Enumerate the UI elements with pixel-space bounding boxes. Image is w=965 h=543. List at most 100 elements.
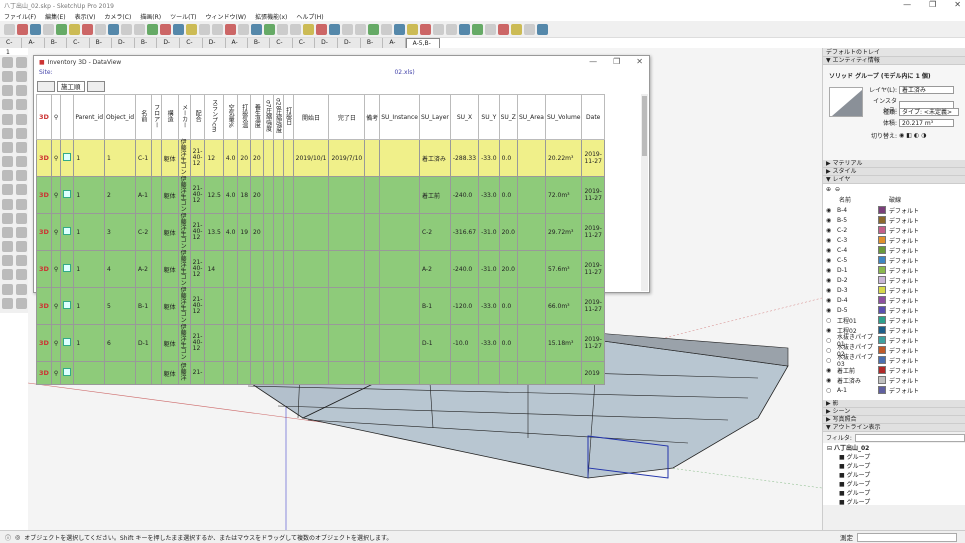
visibility-eye-icon[interactable]: ◉ [826,267,834,274]
visibility-hidden-icon[interactable]: ○ [826,347,834,354]
table-cell[interactable] [222,250,239,288]
toolbar-button-1[interactable] [17,23,28,35]
table-cell[interactable]: 20 [237,139,252,177]
tool-button-21[interactable] [16,198,27,210]
table-cell[interactable]: 0.0 [498,324,518,362]
tool-button-27[interactable] [16,241,27,253]
table-cell[interactable] [282,361,294,385]
measure-input[interactable] [857,532,957,542]
outliner-item[interactable]: ■ グループ [827,452,965,461]
tool-button-11[interactable] [16,127,27,139]
table-cell[interactable]: 伊藤洋生コン [177,176,191,214]
scene-tab-14[interactable]: D-4 [315,38,339,56]
table-cell[interactable] [478,361,500,385]
table-cell[interactable]: -316.67 [449,213,480,251]
menu-extensions[interactable]: 拡張機能(x) [255,12,287,21]
table-cell[interactable] [250,324,264,362]
layer-row[interactable]: ◉ D-4 デフォルト [823,295,965,305]
table-cell[interactable]: 0.0 [498,176,518,214]
tool-button-22[interactable] [2,212,13,224]
layer-color-swatch[interactable] [878,306,886,314]
menu-view[interactable]: 表示(V) [75,12,96,21]
table-cell[interactable] [328,176,366,214]
toolbar-button-0[interactable] [4,23,15,35]
table-cell[interactable] [364,287,381,325]
table-cell[interactable]: 20.22m³ [544,139,583,177]
scene-tab-4[interactable]: B-1 [89,38,113,56]
table-cell[interactable]: -33.0 [478,287,500,325]
row-checkbox[interactable] [63,153,72,161]
layer-style[interactable]: デフォルト [889,336,919,345]
toolbar-button-3[interactable] [43,23,54,35]
tool-button-28[interactable] [2,255,13,267]
toolbar-button-7[interactable] [95,23,106,35]
table-cell[interactable] [262,139,274,177]
layer-row[interactable]: ◉ C-4 デフォルト [823,245,965,255]
toolbar-button-27[interactable] [355,23,366,35]
table-cell[interactable]: 着工済み [418,139,451,177]
photo-match-section[interactable]: ▶ 写真照合 [823,416,965,424]
toolbar-button-39[interactable] [511,23,522,35]
menu-tools[interactable]: ツール(T) [170,12,196,21]
lock-toggle-icon[interactable]: ◧ [906,132,912,139]
table-cell[interactable] [272,250,284,288]
table-row[interactable]: 3D ⚲ 1 6 D-1 躯体 伊藤洋生コン 21-40-12 D-1 -10.0 -33.0 0.0… [36,324,605,362]
toolbar-button-38[interactable] [498,23,509,35]
table-cell[interactable] [262,287,274,325]
table-cell[interactable]: 20.0 [498,250,518,288]
scene-tab-1[interactable]: A-1 [22,38,45,56]
table-cell[interactable]: 躯体 [160,213,179,251]
visibility-eye-icon[interactable]: ◉ [826,237,834,244]
3d-view-icon[interactable]: 3D [39,228,49,236]
table-cell[interactable]: B-1 [135,287,152,325]
table-cell[interactable]: D-1 [135,324,152,362]
table-cell[interactable]: 2019-11-27 [581,176,605,214]
shadow-cast-icon[interactable]: ◐ [914,132,919,139]
dataview-maximize-button[interactable]: ❐ [613,57,620,66]
scenes-section[interactable]: ▶ シーン [823,408,965,416]
column-header[interactable]: 配合 [189,94,206,140]
visibility-eye-icon[interactable]: ◉ [826,277,834,284]
table-cell[interactable]: 5 [104,287,137,325]
zoom-icon[interactable]: ⚲ [54,370,58,377]
tool-button-33[interactable] [16,283,27,295]
table-cell[interactable] [328,324,366,362]
scene-tab-5[interactable]: D-1 [112,38,135,56]
table-cell[interactable] [449,361,480,385]
layer-row[interactable]: ○ 工程01 デフォルト [823,315,965,325]
visibility-eye-icon[interactable]: ◉ [826,247,834,254]
toolbar-button-9[interactable] [121,23,132,35]
table-cell[interactable]: 1 [104,139,137,177]
scene-tab-8[interactable]: C-3 [180,38,203,56]
table-cell[interactable]: 1 [73,139,106,177]
column-header[interactable]: 養生温度 [250,94,264,140]
table-cell[interactable] [150,250,162,288]
layer-style[interactable]: デフォルト [889,376,919,385]
3d-view-icon[interactable]: 3D [39,265,49,273]
menu-camera[interactable]: カメラ(C) [104,12,131,21]
column-header[interactable]: SU_Y [478,94,500,140]
zoom-icon[interactable]: ⚲ [54,340,58,347]
table-cell[interactable] [250,361,264,385]
table-cell[interactable] [379,287,420,325]
table-cell[interactable] [292,287,330,325]
layer-style[interactable]: デフォルト [889,246,919,255]
table-cell[interactable] [516,176,546,214]
table-cell[interactable]: 15.18m³ [544,324,583,362]
tool-button-4[interactable] [2,85,13,97]
filter-input[interactable] [854,433,965,442]
table-cell[interactable]: C-2 [135,213,152,251]
menu-edit[interactable]: 編集(E) [45,12,65,21]
tool-button-31[interactable] [16,269,27,281]
table-cell[interactable]: A-2 [418,250,451,288]
column-header[interactable]: 名前 [135,94,152,140]
tool-button-3[interactable] [16,71,27,83]
tool-button-24[interactable] [2,226,13,238]
column-header[interactable]: Object_id [104,94,137,140]
table-cell[interactable]: B-1 [418,287,451,325]
layer-row[interactable]: ◉ B-4 デフォルト [823,205,965,215]
table-cell[interactable] [379,324,420,362]
layer-row[interactable]: ◉ 着工済み デフォルト [823,375,965,385]
scene-tab-10[interactable]: A-3 [225,38,248,56]
close-button[interactable]: ✕ [954,0,961,9]
